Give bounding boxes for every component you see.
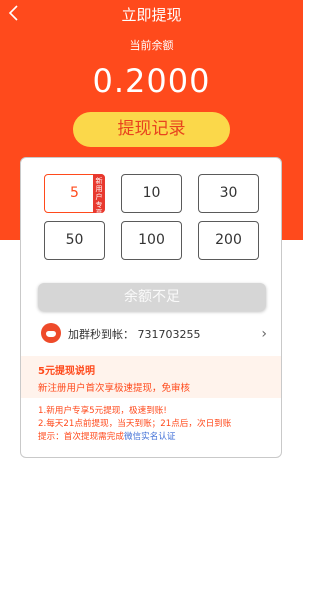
amount-option-10[interactable]: 10 xyxy=(121,174,182,213)
rules-text: 1.新用户专享5元提现，极速到账! 2.每天21点前提现，当天到账；21点后，次… xyxy=(38,405,231,444)
amount-option-30[interactable]: 30 xyxy=(198,174,259,213)
group-icon xyxy=(41,323,61,343)
group-label: 加群秒到帐： 731703255 xyxy=(68,328,201,341)
balance-value: 0.2000 xyxy=(92,62,211,100)
notice-text: 新注册用户首次享极速提现，免审核 xyxy=(38,383,191,394)
notice-title: 5元提现说明 xyxy=(38,366,95,377)
nav-bar: 立即提现 xyxy=(0,0,303,26)
new-user-tag: 新用户专享 xyxy=(93,174,105,217)
rule-line-3: 提示：首次提现需完成微信实名认证 xyxy=(38,431,231,444)
withdraw-notice: 5元提现说明 新注册用户首次享极速提现，免审核 xyxy=(21,356,281,398)
amount-option-200[interactable]: 200 xyxy=(198,221,259,260)
page-title: 立即提现 xyxy=(121,6,182,24)
wechat-verify-link[interactable]: 微信实名认证 xyxy=(124,432,176,442)
balance-label: 当前余额 xyxy=(129,39,174,52)
join-group-row[interactable]: 加群秒到帐： 731703255 › xyxy=(21,317,281,351)
amount-value: 5 xyxy=(70,185,79,201)
withdraw-record-button[interactable]: 提现记录 xyxy=(73,112,230,147)
rule-line-1: 1.新用户专享5元提现，极速到账! xyxy=(38,406,167,416)
amount-option-50[interactable]: 50 xyxy=(44,221,105,260)
insufficient-balance-button[interactable]: 余额不足 xyxy=(38,283,266,311)
rule-tip: 提示：首次提现需完成 xyxy=(38,432,124,442)
withdraw-card: 5 新用户专享 10 30 50 100 200 余额不足 加群秒到帐： 731… xyxy=(20,157,282,458)
chevron-right-icon: › xyxy=(261,326,267,342)
rule-line-2: 2.每天21点前提现，当天到账；21点后，次日到账 xyxy=(38,419,232,429)
amount-option-5[interactable]: 5 新用户专享 xyxy=(44,174,105,217)
amount-option-100[interactable]: 100 xyxy=(121,221,182,260)
